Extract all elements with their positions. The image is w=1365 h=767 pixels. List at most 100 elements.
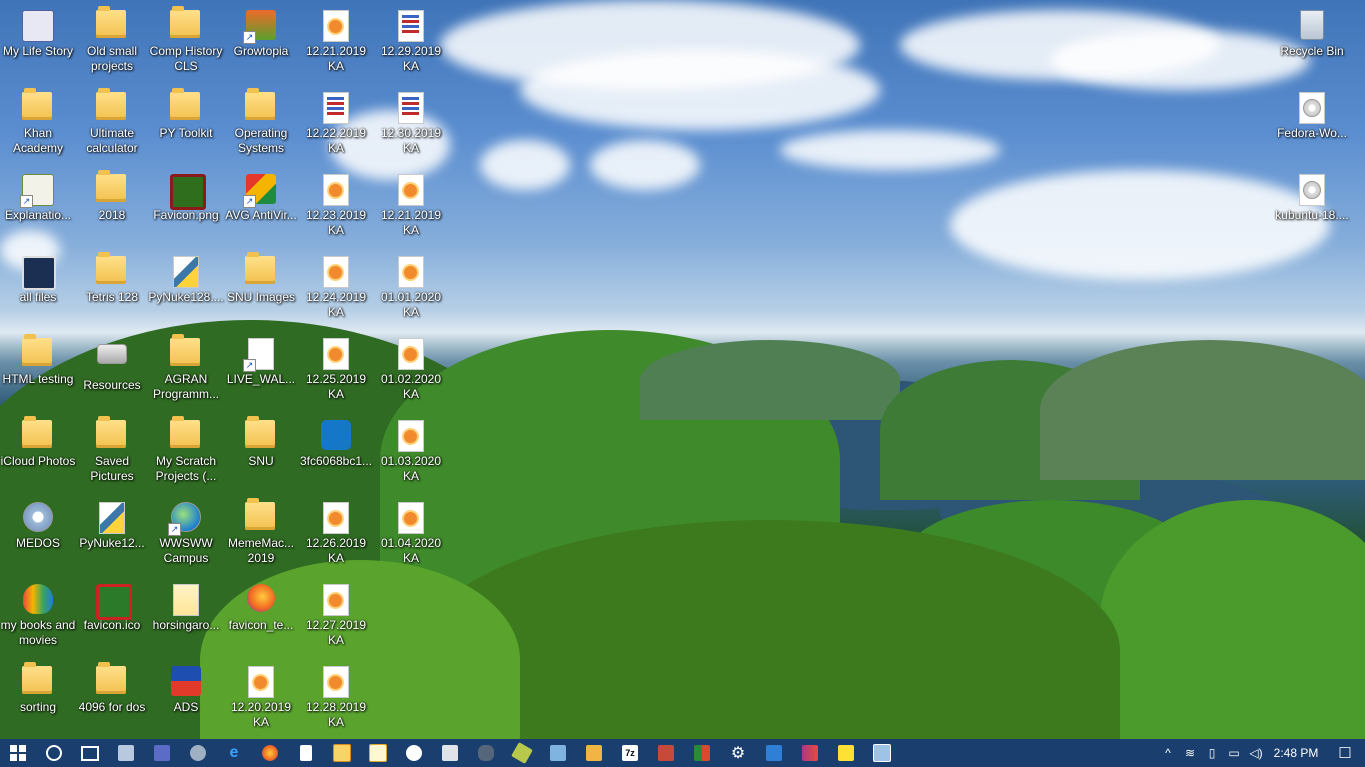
desktop-icon-favicon-png[interactable]: Favicon.png <box>148 170 224 250</box>
desktop-icon-resources[interactable]: Resources <box>74 334 150 414</box>
volume-icon[interactable]: ◁) <box>1245 746 1267 760</box>
icon-label: HTML testing <box>2 372 74 386</box>
desktop-icon-wwsww-campus[interactable]: WWSWW Campus <box>148 498 224 578</box>
desktop-icon-12-31-2019-ka[interactable]: 12.21.2019 KA <box>373 170 449 250</box>
desktop-icon-operating-systems[interactable]: Operating Systems <box>223 88 299 168</box>
taskbar-app-python[interactable] <box>504 739 540 767</box>
taskbar-app-this-pc[interactable] <box>108 739 144 767</box>
taskbar-app-document[interactable] <box>360 739 396 767</box>
taskbar-app-paint[interactable] <box>396 739 432 767</box>
desktop-icon-01-03-2020-ka[interactable]: 01.03.2020 KA <box>373 416 449 496</box>
taskbar-app-sticky-notes[interactable] <box>828 739 864 767</box>
desktop-icon-4096-for-dos[interactable]: 4096 for dos <box>74 662 150 742</box>
display-icon[interactable]: ▯ <box>1201 746 1223 760</box>
desktop-icon-sorting[interactable]: sorting <box>0 662 76 742</box>
desktop-icon-avg-antivir[interactable]: AVG AntiVir... <box>223 170 299 250</box>
desktop-icon-my-life-story[interactable]: My Life Story <box>0 6 76 86</box>
folder-icon <box>96 6 128 42</box>
desktop-icon-mememac-2019[interactable]: MemeMac... 2019 <box>223 498 299 578</box>
desktop-icon-12-29-2019-ka[interactable]: 12.29.2019 KA <box>373 6 449 86</box>
desktop-icon-comp-history-cls[interactable]: Comp History CLS <box>148 6 224 86</box>
desktop-icon-old-small-projects[interactable]: Old small projects <box>74 6 150 86</box>
taskbar-app-notepad[interactable] <box>288 739 324 767</box>
taskbar-app-7zip[interactable]: 7z <box>612 739 648 767</box>
taskbar-app-teams[interactable] <box>144 739 180 767</box>
desktop-icon-12-25-2019-ka[interactable]: 12.25.2019 KA <box>298 334 374 414</box>
desktop-icon-12-26-2019-ka[interactable]: 12.26.2019 KA <box>298 498 374 578</box>
taskbar-app-edge[interactable]: e <box>216 739 252 767</box>
taskbar-app-archive[interactable] <box>324 739 360 767</box>
desktop-icon-12-21-2019-ka[interactable]: 12.21.2019 KA <box>298 6 374 86</box>
chevron-up-icon[interactable]: ^ <box>1157 746 1179 760</box>
document-icon <box>320 10 352 42</box>
icon-label: all files <box>19 290 57 304</box>
desktop-icon-snu[interactable]: SNU <box>223 416 299 496</box>
folder-icon <box>245 88 277 124</box>
icon-label: 12.29.2019 KA <box>380 44 442 73</box>
desktop-icon-html-testing[interactable]: HTML testing <box>0 334 76 414</box>
desktop-icon-ads[interactable]: ADS <box>148 662 224 742</box>
taskbar-app-remote-desktop[interactable] <box>864 739 900 767</box>
document-icon <box>320 666 352 698</box>
taskbar-app-winrar[interactable] <box>792 739 828 767</box>
desktop-icon-kubuntu-18[interactable]: kubuntu-18.... <box>1274 170 1350 250</box>
taskbar-app-image[interactable] <box>648 739 684 767</box>
desktop-icon-py-toolkit[interactable]: PY Toolkit <box>148 88 224 168</box>
start-button[interactable] <box>0 739 36 767</box>
desktop-icon-12-28-2019-ka[interactable]: 12.28.2019 KA <box>298 662 374 742</box>
desktop-icon-favicon-te[interactable]: favicon_te... <box>223 580 299 660</box>
desktop-icon-01-04-2020-ka[interactable]: 01.04.2020 KA <box>373 498 449 578</box>
desktop-icon-horsingaro[interactable]: horsingaro... <box>148 580 224 660</box>
taskbar-app-tool[interactable] <box>432 739 468 767</box>
battery-icon[interactable]: ▭ <box>1223 746 1245 760</box>
desktop-icon-tetris-128[interactable]: Tetris 128 <box>74 252 150 332</box>
folder-icon <box>245 416 277 452</box>
desktop-icon-snu-images[interactable]: SNU Images <box>223 252 299 332</box>
desktop-icon-01-01-2020-ka[interactable]: 01.01.2020 KA <box>373 252 449 332</box>
desktop-icon-01-02-2020-ka[interactable]: 01.02.2020 KA <box>373 334 449 414</box>
desktop-icon-medos[interactable]: MEDOS <box>0 498 76 578</box>
desktop-icon-icloud-photos[interactable]: iCloud Photos <box>0 416 76 496</box>
icon-label: favicon_te... <box>228 618 294 632</box>
folder-icon <box>170 88 202 124</box>
taskbar-app-store[interactable] <box>756 739 792 767</box>
task-view-button[interactable] <box>72 739 108 767</box>
action-center-icon[interactable]: ☐ <box>1325 744 1365 762</box>
app-icon <box>154 745 170 761</box>
desktop-icon-recycle-bin[interactable]: Recycle Bin <box>1274 6 1350 86</box>
desktop-icon-12-30-2019-ka[interactable]: 12.30.2019 KA <box>373 88 449 168</box>
desktop-icon-12-24-2019-ka[interactable]: 12.24.2019 KA <box>298 252 374 332</box>
taskbar-app-files[interactable] <box>576 739 612 767</box>
desktop-icon-growtopia[interactable]: Growtopia <box>223 6 299 86</box>
clock[interactable]: 2:48 PM <box>1267 746 1325 760</box>
desktop-icon-pynuke128[interactable]: PyNuke128.... <box>148 252 224 332</box>
desktop-icon-my-scratch-projects[interactable]: My Scratch Projects (... <box>148 416 224 496</box>
desktop-icon-12-23-2019-ka[interactable]: 12.23.2019 KA <box>298 170 374 250</box>
icon-label: 12.22.2019 KA <box>305 126 367 155</box>
desktop-icon-khan-academy[interactable]: Khan Academy <box>0 88 76 168</box>
cortana-search-button[interactable] <box>36 739 72 767</box>
desktop-icon-12-20-2019-ka[interactable]: 12.20.2019 KA <box>223 662 299 742</box>
wifi-icon[interactable]: ≋ <box>1179 746 1201 760</box>
desktop-icon-pynuke12[interactable]: PyNuke12... <box>74 498 150 578</box>
desktop-icon-fedora-workstation[interactable]: Fedora-Wo... <box>1274 88 1350 168</box>
taskbar-app-network[interactable] <box>540 739 576 767</box>
desktop-icon-3fc6068bc1[interactable]: 3fc6068bc1... <box>298 416 374 496</box>
desktop-icon-favicon-ico[interactable]: favicon.ico <box>74 580 150 660</box>
desktop-icon-all-files[interactable]: all files <box>0 252 76 332</box>
desktop-icon-live-wal[interactable]: LIVE_WAL... <box>223 334 299 414</box>
desktop-icon-ultimate-calculator[interactable]: Ultimate calculator <box>74 88 150 168</box>
taskbar-app-gamepad[interactable] <box>468 739 504 767</box>
desktop-icon-2018[interactable]: 2018 <box>74 170 150 250</box>
taskbar-app-firefox[interactable] <box>252 739 288 767</box>
store-icon <box>766 745 782 761</box>
desktop-icon-saved-pictures[interactable]: Saved Pictures <box>74 416 150 496</box>
taskbar-app-office[interactable] <box>684 739 720 767</box>
desktop-icon-explanation[interactable]: Explanatio... <box>0 170 76 250</box>
desktop-icon-my-books-and-movies[interactable]: my books and movies <box>0 580 76 660</box>
desktop-icon-agran-programm[interactable]: AGRAN Programm... <box>148 334 224 414</box>
taskbar-app-settings[interactable]: ⚙ <box>720 739 756 767</box>
taskbar-app-game[interactable] <box>180 739 216 767</box>
desktop-icon-12-22-2019-ka[interactable]: 12.22.2019 KA <box>298 88 374 168</box>
desktop-icon-12-27-2019-ka[interactable]: 12.27.2019 KA <box>298 580 374 660</box>
